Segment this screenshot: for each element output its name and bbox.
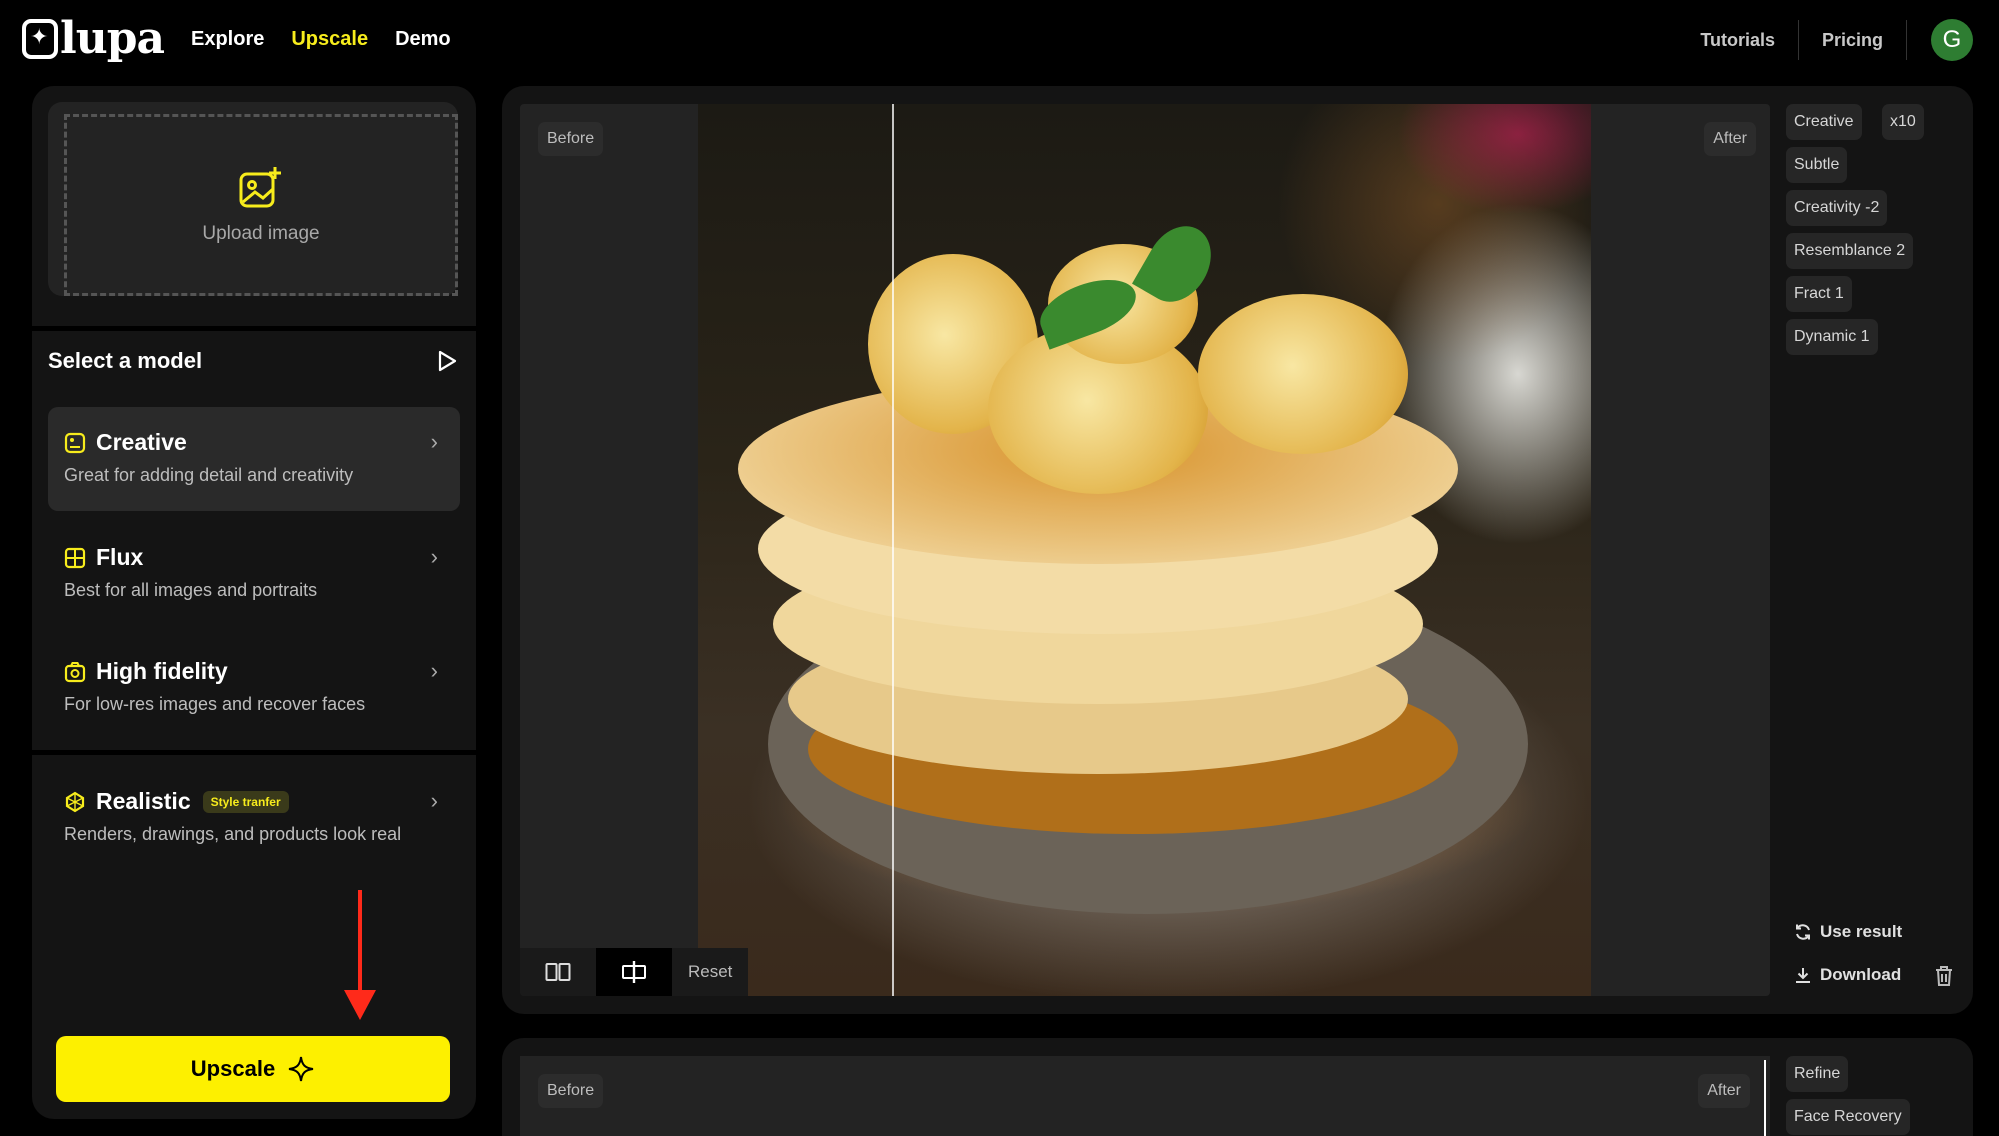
use-result-label: Use result — [1820, 922, 1903, 941]
annotation-arrow-head — [344, 990, 376, 1020]
nav-upscale[interactable]: Upscale — [291, 28, 368, 51]
tag: Creative — [1786, 104, 1862, 140]
refresh-icon — [1796, 924, 1810, 940]
trash-icon[interactable] — [1934, 965, 1954, 987]
model-name: High fidelity — [96, 658, 228, 684]
tag: Creativity -2 — [1786, 190, 1888, 226]
play-icon[interactable] — [436, 350, 458, 372]
nav-pricing[interactable]: Pricing — [1799, 30, 1906, 51]
model-desc: Renders, drawings, and products look rea… — [64, 824, 402, 844]
creative-icon — [64, 432, 86, 453]
split-handle — [1764, 1060, 1766, 1136]
tag: x10 — [1882, 104, 1924, 140]
logo-text: lupa — [60, 13, 165, 64]
model-high-fidelity[interactable]: High fidelity For low-res images and rec… — [48, 640, 460, 736]
model-flux[interactable]: Flux Best for all images and portraits › — [48, 526, 460, 622]
chevron-right-icon: › — [430, 788, 438, 813]
slider-compare-button[interactable] — [596, 948, 672, 996]
select-model-title: Select a model — [48, 348, 203, 373]
reset-button[interactable]: Reset — [672, 962, 748, 982]
chevron-right-icon: › — [430, 658, 438, 683]
chevron-right-icon: › — [430, 544, 438, 569]
before-label: Before — [538, 1074, 604, 1108]
lupa-logo[interactable]: ✦ lupa — [22, 13, 165, 64]
model-name: Creative — [96, 429, 187, 455]
model-name: Realistic — [96, 788, 191, 814]
upload-label: Upload image — [202, 223, 320, 244]
flux-grid-icon — [64, 547, 86, 568]
tag: Resemblance 2 — [1786, 233, 1914, 269]
section-divider — [32, 750, 476, 755]
top-header: ✦ lupa Explore Upscale Demo Tutorials Pr… — [0, 0, 1999, 82]
side-by-side-button[interactable] — [520, 948, 596, 996]
model-realistic[interactable]: Realistic Style tranfer Renders, drawing… — [48, 770, 460, 866]
download-label: Download — [1820, 965, 1902, 984]
tag: Fract 1 — [1786, 276, 1852, 312]
tag: Subtle — [1786, 147, 1848, 183]
right-nav: Tutorials Pricing G — [1677, 18, 1999, 62]
section-divider — [32, 326, 476, 331]
tag: Dynamic 1 — [1786, 319, 1878, 355]
result-card: Before After Reset Creative x10 Subtle C… — [502, 86, 1973, 1014]
model-desc: Great for adding detail and creativity — [64, 465, 354, 485]
nav-explore[interactable]: Explore — [191, 28, 264, 51]
nav-divider — [1906, 20, 1907, 60]
upload-card: Upload image — [48, 102, 458, 296]
logo-icon: ✦ — [22, 19, 58, 59]
main-nav: Explore Upscale Demo — [191, 28, 451, 51]
camera-icon — [64, 661, 86, 682]
annotation-arrow — [358, 890, 362, 1000]
after-label: After — [1704, 122, 1756, 156]
before-label: Before — [538, 122, 604, 156]
tag: Face Recovery — [1786, 1099, 1910, 1135]
style-transfer-badge: Style tranfer — [202, 790, 289, 813]
upscale-label: Upscale — [190, 1056, 276, 1081]
second-result-card: Before After Refine Face Recovery — [502, 1038, 1973, 1136]
model-creative[interactable]: Creative Great for adding detail and cre… — [48, 407, 460, 511]
nav-demo[interactable]: Demo — [395, 28, 451, 51]
upload-dropzone[interactable]: Upload image — [64, 114, 458, 296]
slider-compare-icon — [622, 961, 646, 983]
use-result-button[interactable]: Use result — [1794, 922, 1902, 942]
sparkle-icon — [289, 1056, 314, 1082]
pancake-photo — [698, 104, 1591, 996]
chevron-right-icon: › — [430, 429, 438, 454]
model-desc: Best for all images and portraits — [64, 580, 318, 600]
side-by-side-icon — [545, 963, 571, 981]
model-desc: For low-res images and recover faces — [64, 694, 366, 714]
split-handle[interactable] — [891, 104, 894, 996]
nav-tutorials[interactable]: Tutorials — [1677, 30, 1798, 51]
tag: Refine — [1786, 1056, 1849, 1092]
comparison-viewer[interactable]: Before After Reset — [520, 104, 1770, 996]
left-panel: Upload image Select a model Creative Gre… — [32, 86, 476, 1119]
after-label: After — [1698, 1074, 1750, 1108]
download-icon — [1796, 968, 1810, 983]
second-comparison-viewer[interactable]: Before After — [520, 1056, 1770, 1136]
model-name: Flux — [96, 544, 144, 570]
user-avatar[interactable]: G — [1931, 19, 1973, 61]
viewer-toolbar: Reset — [520, 948, 749, 996]
download-button[interactable]: Download — [1794, 965, 1901, 985]
image-plus-icon — [239, 167, 281, 208]
realistic-icon — [65, 791, 85, 812]
upscale-button[interactable]: Upscale — [56, 1036, 450, 1102]
